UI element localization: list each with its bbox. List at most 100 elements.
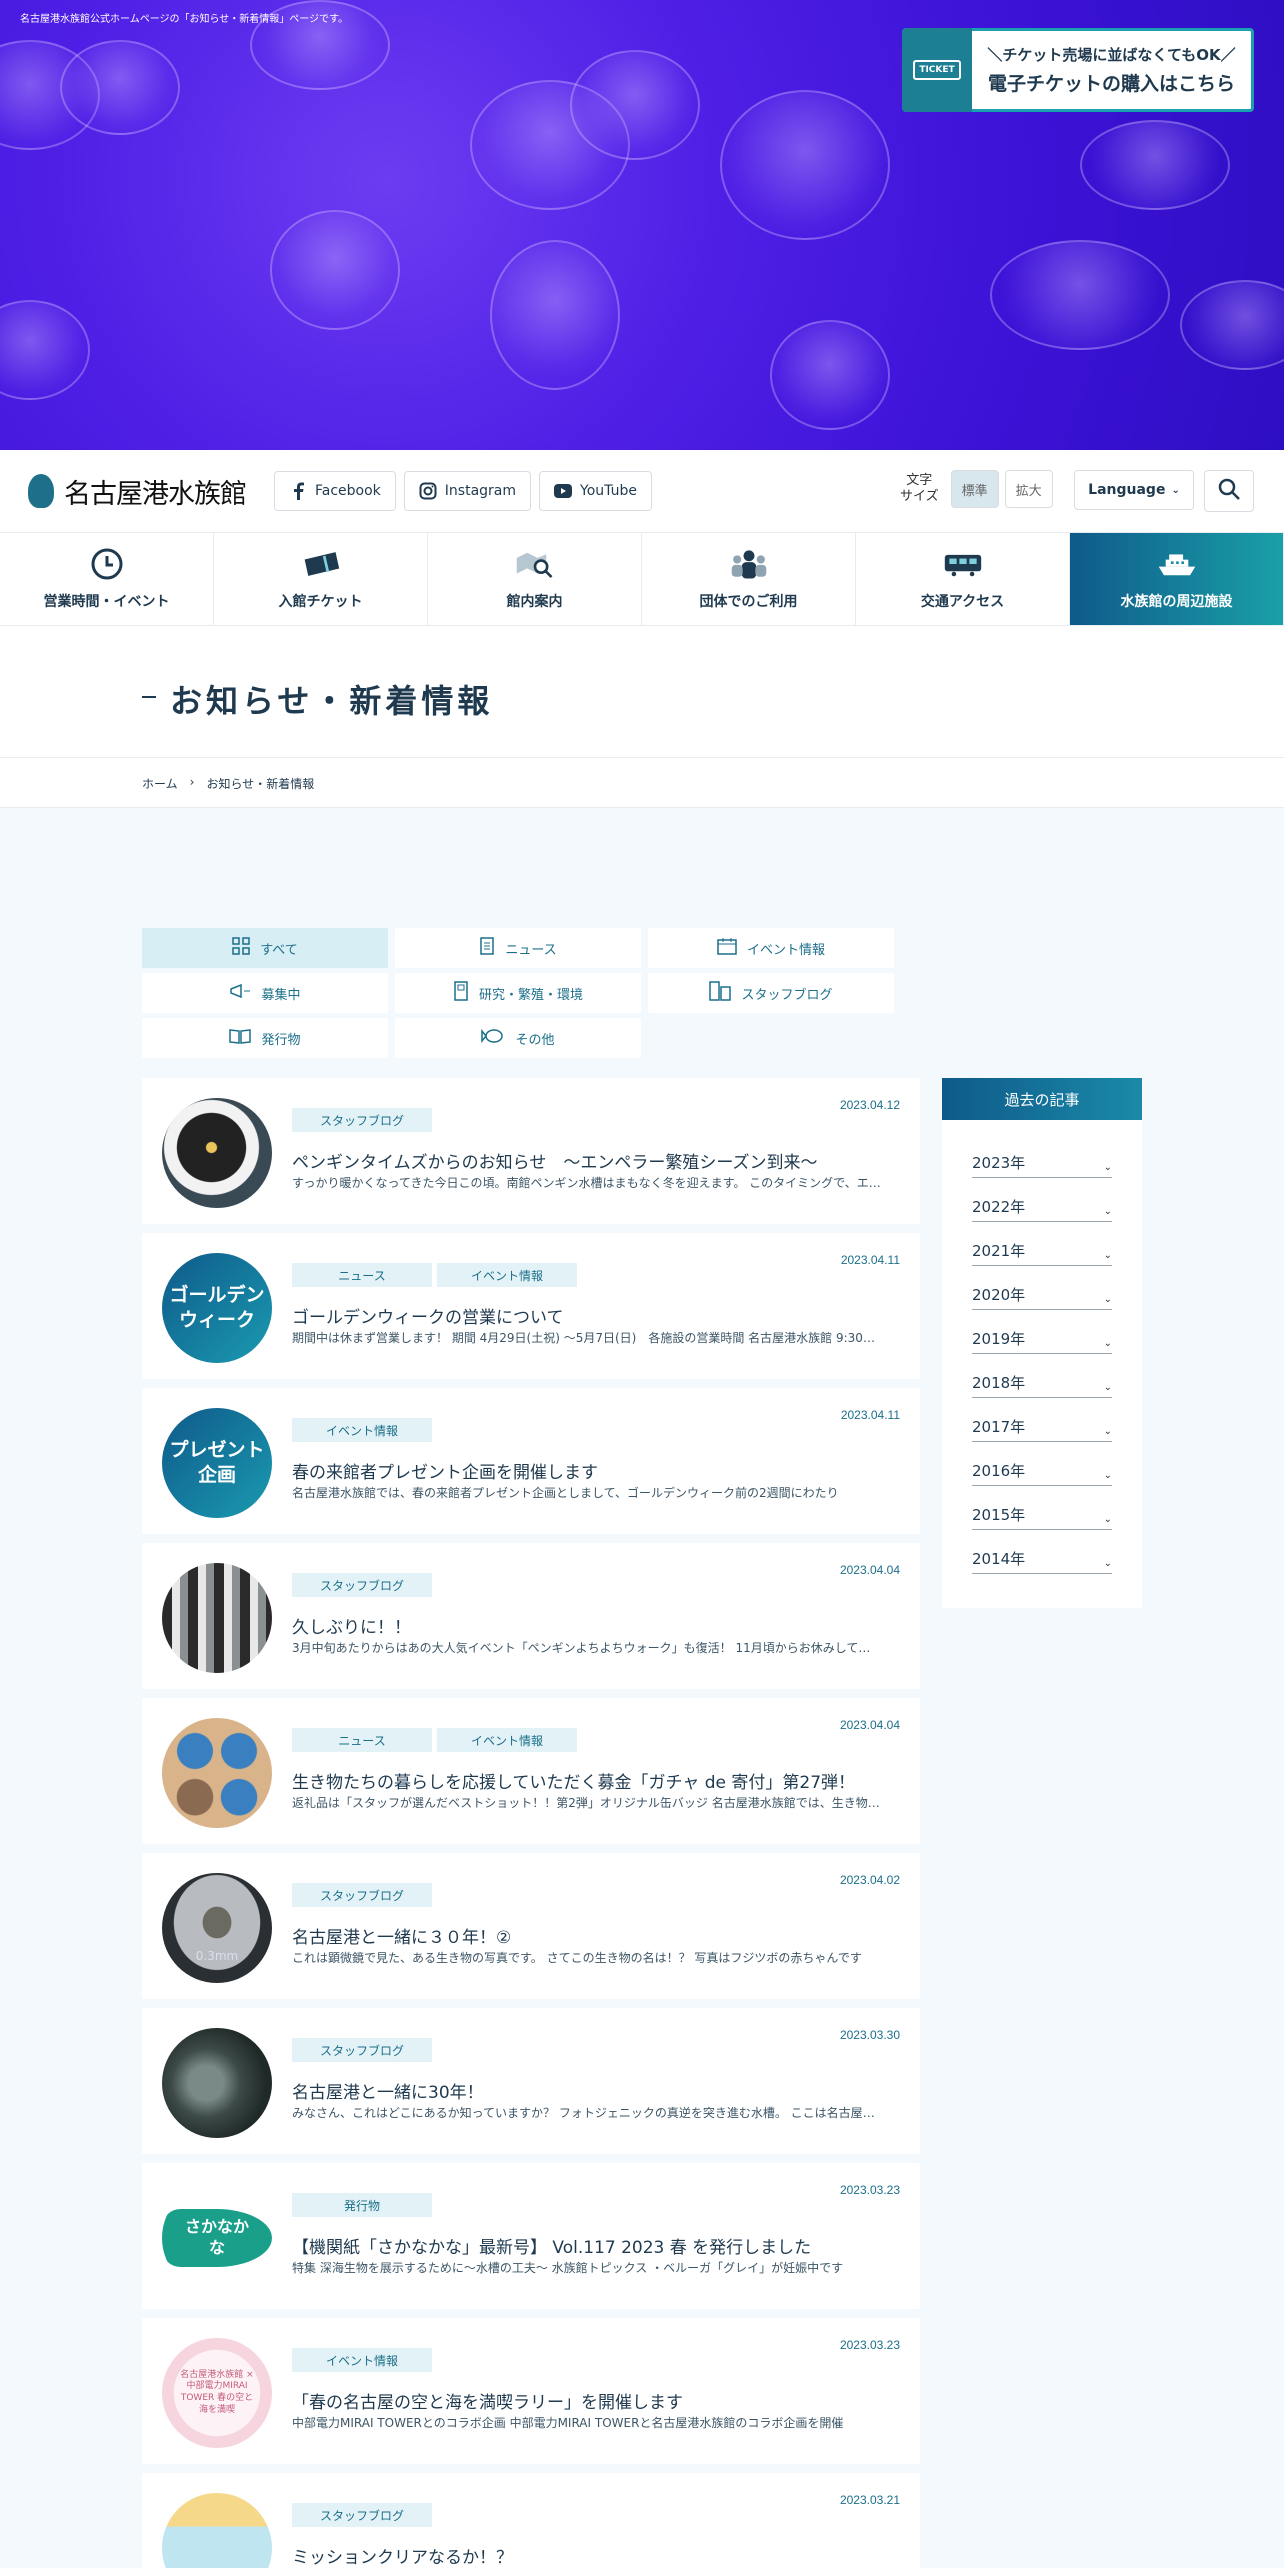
nav-ticket[interactable]: 入館チケット [214,533,428,625]
category-news[interactable]: ニュース [395,928,641,968]
ticket-icon: TICKET [902,28,972,112]
category-tag: スタッフブログ [292,2503,432,2527]
group-icon [729,547,769,581]
article-excerpt: みなさん、これはどこにあるか知っていますか？ フォトジェニックの真逆を突き進む水… [292,2106,882,2120]
article-thumbnail [162,2493,272,2568]
font-large-button[interactable]: 拡大 [1004,470,1053,508]
search-button[interactable] [1204,470,1254,512]
jellyfish-decoration [270,210,400,330]
logo-icon [28,474,54,508]
category-other[interactable]: その他 [395,1018,641,1058]
article-tags: ニュース イベント情報 [292,1263,577,1287]
breadcrumb-current: お知らせ・新着情報 [206,777,315,791]
article-card[interactable]: 2023.04.04 ニュース イベント情報 生き物たちの暮らしを応援していただ… [142,1698,920,1844]
article-date: 2023.03.23 [839,2183,900,2197]
jellyfish-decoration [720,90,890,240]
category-tag: イベント情報 [292,2348,432,2372]
article-title: 「春の名古屋の空と海を満喫ラリー」を開催します [292,2393,683,2413]
chevron-down-icon: ⌄ [1103,1470,1112,1481]
article-excerpt: 中部電力MIRAI TOWERとのコラボ企画 中部電力MIRAI TOWERと名… [292,2416,844,2430]
language-dropdown[interactable]: Language ⌄ [1074,470,1194,510]
article-card[interactable]: 名古屋港水族館 × 中部電力MIRAI TOWER 春の空と海を満喫 2023.… [142,2318,920,2464]
megaphone-icon [229,983,251,1003]
article-card[interactable]: 2023.04.12 スタッフブログ ペンギンタイムズからのお知らせ ～エンペラ… [142,1078,920,1224]
article-excerpt: 3月中旬あたりからはあの大人気イベント「ペンギンよちよちウォーク」も復活！ 11… [292,1641,882,1655]
category-research[interactable]: 研究・繁殖・環境 [395,973,641,1013]
category-staff-blog[interactable]: スタッフブログ [648,973,894,1013]
youtube-icon [554,482,573,500]
chevron-down-icon: ⌄ [1103,1338,1112,1349]
facebook-icon [289,482,307,500]
nav-access[interactable]: 交通アクセス [856,533,1070,625]
map-search-icon [515,547,555,581]
article-title: ペンギンタイムズからのお知らせ ～エンペラー繁殖シーズン到来～ [292,1153,818,1173]
category-events[interactable]: イベント情報 [648,928,894,968]
train-icon [943,547,983,581]
archive-year-2014[interactable]: 2014年 ⌄ [972,1530,1112,1574]
category-tag: イベント情報 [292,1418,432,1442]
article-card[interactable]: 0.3mm 2023.04.02 スタッフブログ 名古屋港と一緒に３０年！② こ… [142,1853,920,1999]
jellyfish-decoration [1180,280,1284,370]
archive-year-2022[interactable]: 2022年 ⌄ [972,1178,1112,1222]
archive-year-2019[interactable]: 2019年 ⌄ [972,1310,1112,1354]
site-logo[interactable]: 名古屋港水族館 [28,472,247,511]
article-card[interactable]: プレゼント 企画 2023.04.11 イベント情報 春の来館者プレゼント企画を… [142,1388,920,1534]
archive-year-2023[interactable]: 2023年 ⌄ [972,1134,1112,1178]
document-icon [479,937,495,959]
hero-banner: 名古屋港水族館公式ホームページの「お知らせ・新着情報」ページです。 TICKET… [0,0,1284,450]
instagram-button[interactable]: Instagram [403,471,532,511]
article-tags: スタッフブログ [292,2503,432,2527]
instagram-icon [419,482,437,500]
jellyfish-decoration [570,50,700,160]
article-thumbnail [162,1718,272,1828]
category-publications[interactable]: 発行物 [142,1018,388,1058]
breadcrumb-home[interactable]: ホーム [142,775,178,792]
archive-year-2021[interactable]: 2021年 ⌄ [972,1222,1112,1266]
article-card[interactable]: さかなかな 2023.03.23 発行物 【機関紙「さかなかな」最新号】 Vol… [142,2163,920,2309]
article-title: ミッションクリアなるか！？ [292,2548,513,2568]
article-tags: スタッフブログ [292,1108,432,1132]
site-header: 名古屋港水族館 Facebook Instagram YouTube 文字 サイズ… [0,450,1284,532]
article-thumbnail: ゴールデン ウィーク [162,1253,272,1363]
article-card[interactable]: 2023.03.30 スタッフブログ 名古屋港と一緒に30年！ みなさん、これは… [142,2008,920,2154]
archive-year-2020[interactable]: 2020年 ⌄ [972,1266,1112,1310]
archive-year-2018[interactable]: 2018年 ⌄ [972,1354,1112,1398]
nav-nearby-facilities[interactable]: 水族館の周辺施設 [1070,533,1284,625]
article-card[interactable]: 2023.03.21 スタッフブログ ミッションクリアなるか！？ [142,2473,920,2568]
chevron-down-icon: ⌄ [1103,1514,1112,1525]
jellyfish-decoration [60,40,180,135]
nav-hours-events[interactable]: 営業時間・イベント [0,533,214,625]
category-tag: ニュース [292,1728,432,1752]
nav-group[interactable]: 団体でのご利用 [642,533,856,625]
category-tag: スタッフブログ [292,1573,432,1597]
article-excerpt: すっかり暖かくなってきた今日この頃。南館ペンギン水槽はまもなく冬を迎えます。 こ… [292,1176,882,1190]
category-recruiting[interactable]: 募集中 [142,973,388,1013]
article-card[interactable]: ゴールデン ウィーク 2023.04.11 ニュース イベント情報 ゴールデンウ… [142,1233,920,1379]
article-tags: 発行物 [292,2193,432,2217]
article-date: 2023.04.11 [840,1408,900,1422]
youtube-button[interactable]: YouTube [539,471,652,511]
article-card[interactable]: 2023.04.04 スタッフブログ 久しぶりに！！ 3月中旬あたりからはあの大… [142,1543,920,1689]
facebook-button[interactable]: Facebook [274,471,396,511]
chevron-down-icon: ⌄ [1103,1206,1112,1217]
category-tag: ニュース [292,1263,432,1287]
article-date: 2023.04.12 [839,1098,900,1112]
archive-year-2015[interactable]: 2015年 ⌄ [972,1486,1112,1530]
breadcrumb: ホーム › お知らせ・新着情報 [142,775,314,792]
ticket-banner-title: 電子チケットの購入はこちら [987,73,1235,95]
category-all[interactable]: すべて [142,928,388,968]
notebook-icon [453,981,469,1005]
category-tag: スタッフブログ [292,1883,432,1907]
nav-facility-guide[interactable]: 館内案内 [428,533,642,625]
font-standard-button[interactable]: 標準 [950,470,999,508]
jellyfish-decoration [770,320,890,430]
archive-year-2017[interactable]: 2017年 ⌄ [972,1398,1112,1442]
grid-icon [232,937,250,959]
article-title: 【機関紙「さかなかな」最新号】 Vol.117 2023 春 を発行しました [292,2238,812,2258]
article-tags: スタッフブログ [292,2038,432,2062]
article-excerpt: 期間中は休まず営業します！ 期間 4月29日(土祝) ～5月7日(日) 各施設の… [292,1331,882,1345]
e-ticket-banner[interactable]: TICKET ＼チケット売場に並ばなくてもOK／ 電子チケットの購入はこちら [902,28,1254,112]
archive-year-2016[interactable]: 2016年 ⌄ [972,1442,1112,1486]
book-icon [229,1028,252,1048]
article-excerpt: 特集 深海生物を展示するために～水槽の工夫～ 水族館トピックス ・ベルーガ「グレ… [292,2261,844,2275]
